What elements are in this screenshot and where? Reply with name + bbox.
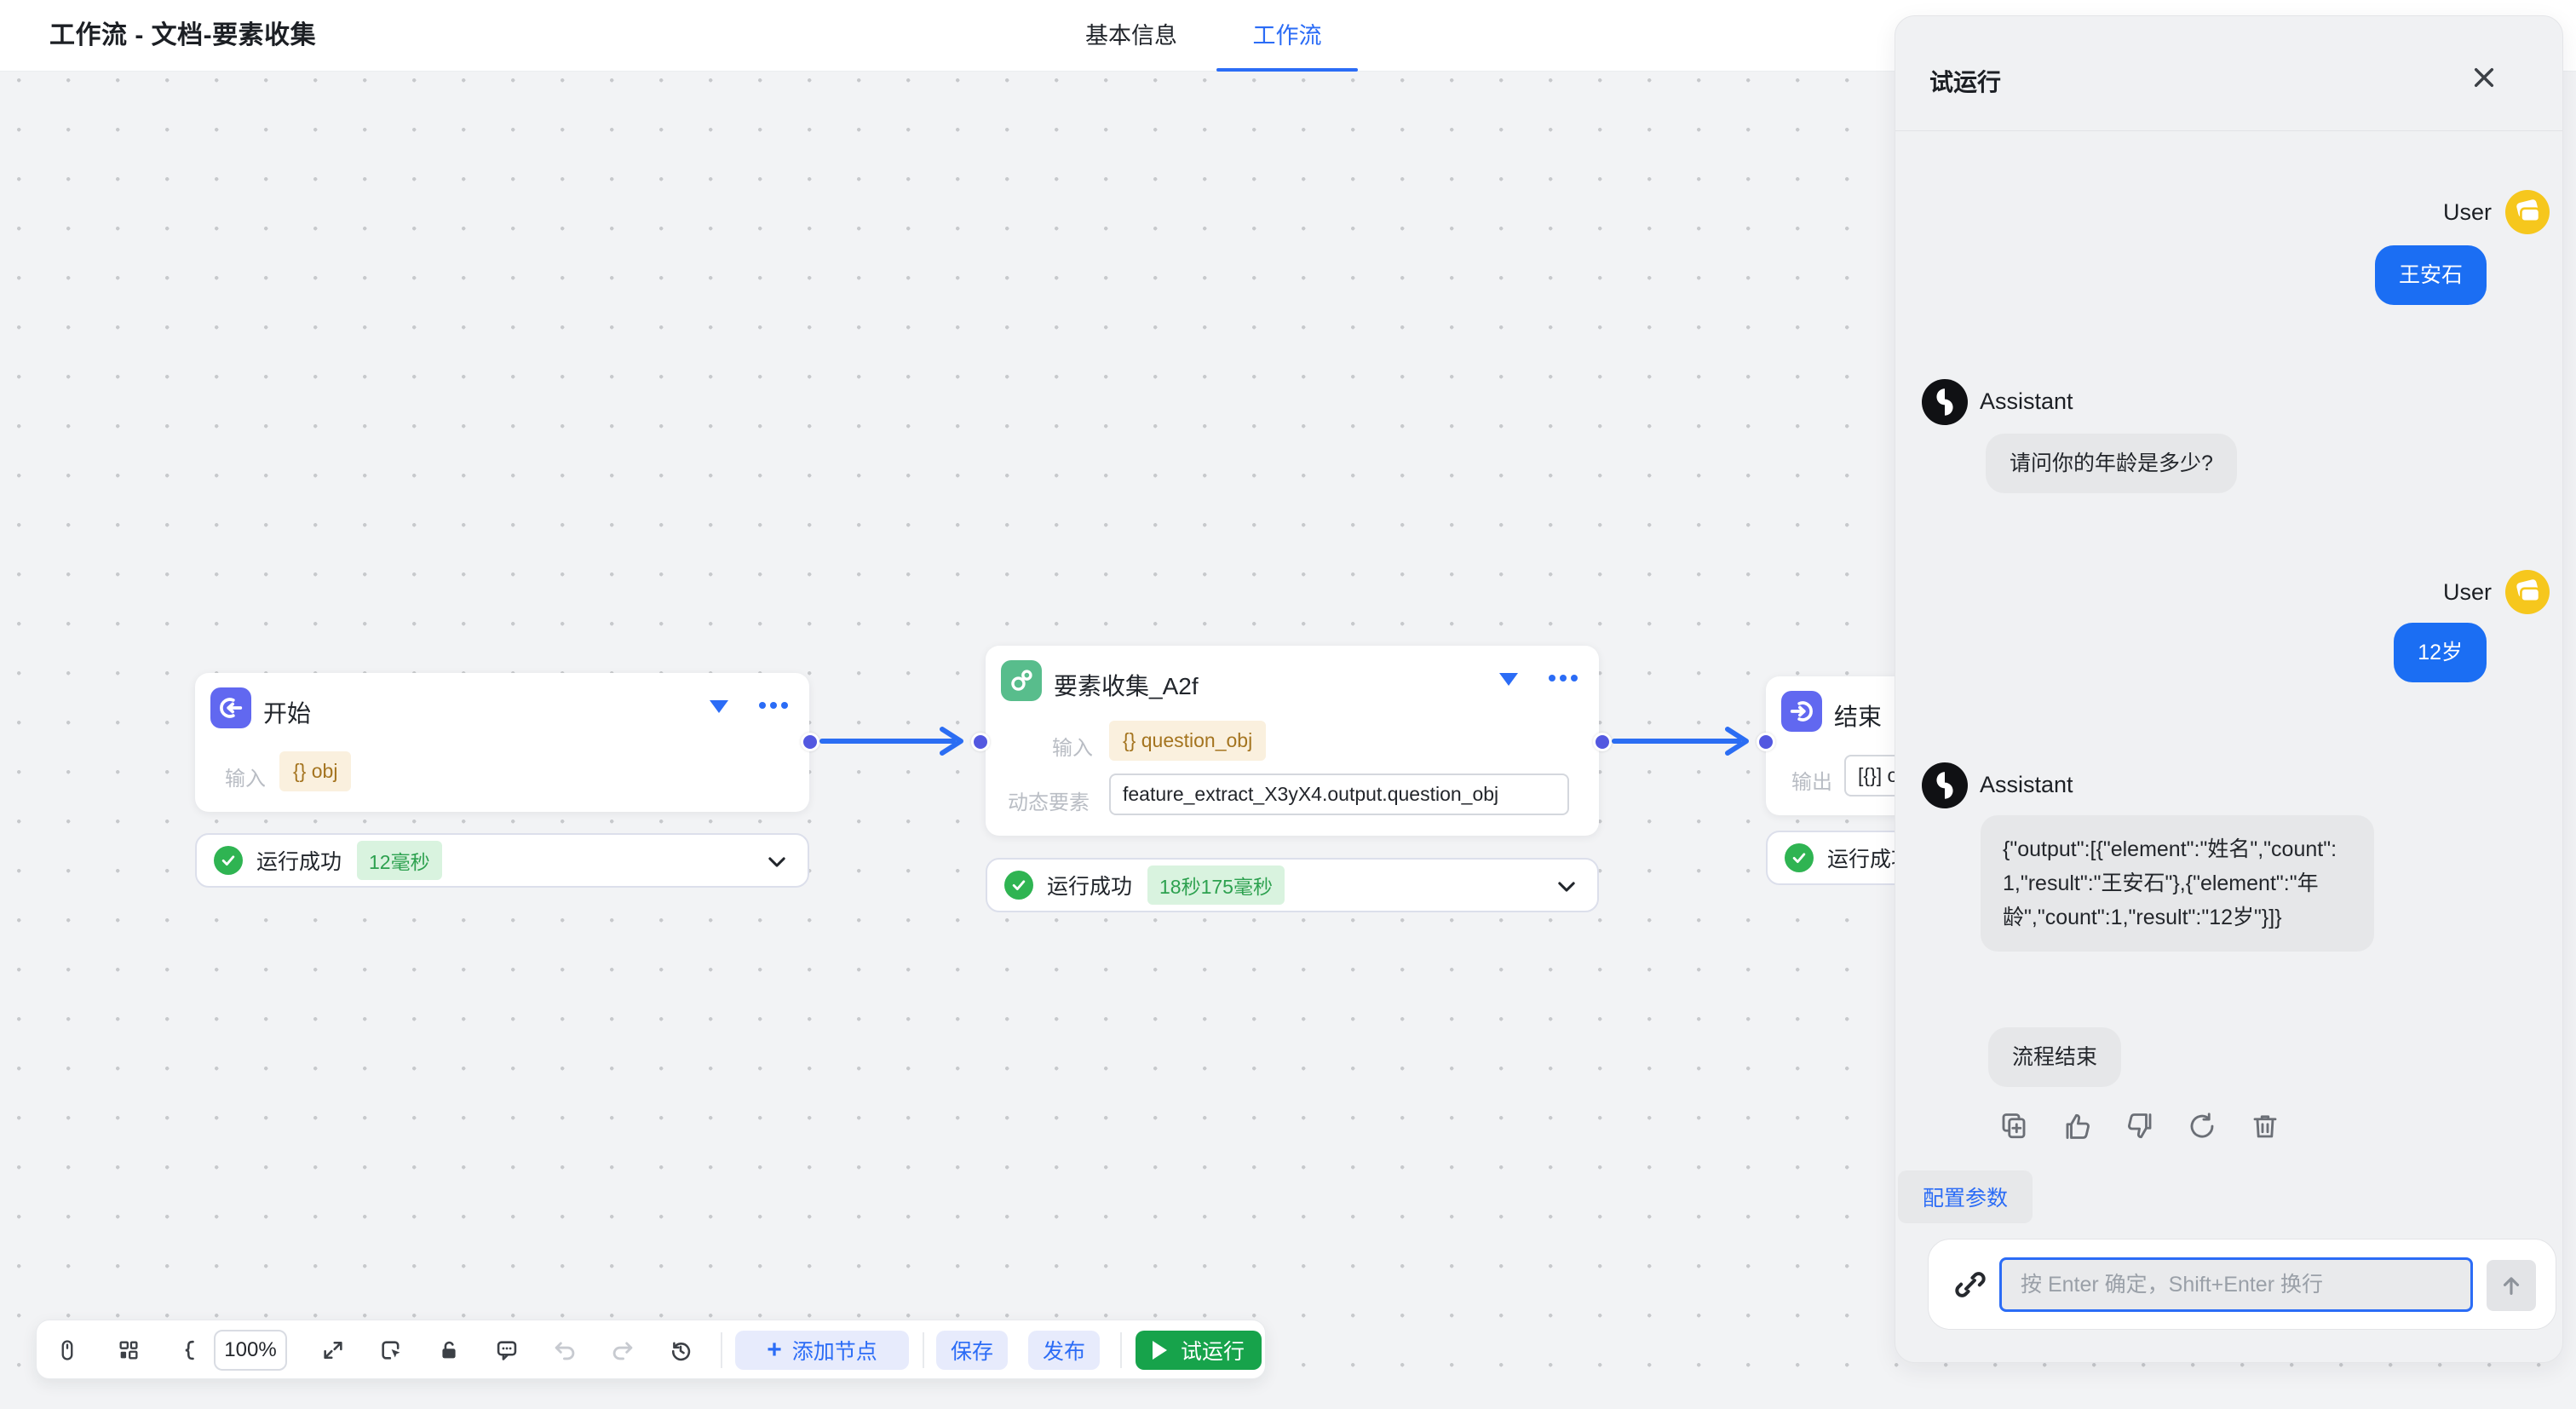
pointer-frame-icon[interactable]	[379, 1338, 403, 1362]
user-avatar	[2505, 570, 2550, 614]
thumbs-down-icon[interactable]	[2125, 1111, 2155, 1142]
active-tab-underline	[1216, 68, 1358, 72]
enter-circle-icon	[210, 687, 251, 728]
assistant-avatar	[1922, 762, 1966, 807]
arrow-up-icon	[2498, 1273, 2524, 1298]
edge-start-to-collect[interactable]	[819, 739, 956, 744]
plus-icon: +	[767, 1337, 782, 1363]
chat-input-container	[1928, 1239, 2556, 1330]
duration-badge: 18秒175毫秒	[1147, 866, 1285, 905]
configure-params-link[interactable]: 配置参数	[1898, 1170, 2033, 1223]
copy-icon[interactable]	[1998, 1111, 2029, 1142]
port-end-input[interactable]	[1757, 733, 1775, 751]
expand-icon[interactable]	[321, 1338, 345, 1362]
input-variable-tag[interactable]: {} question_obj	[1109, 721, 1266, 761]
system-message-bubble: 流程结束	[1988, 1027, 2121, 1087]
chat-message-input[interactable]	[1999, 1257, 2473, 1312]
node-title: 开始	[263, 695, 311, 729]
panel-divider	[1895, 130, 2562, 131]
port-collect-output[interactable]	[1593, 733, 1612, 751]
toolbar-separator	[1120, 1332, 1122, 1368]
chevron-down-icon[interactable]	[1499, 673, 1518, 686]
status-text: 运行成功	[256, 845, 342, 876]
redo-icon[interactable]	[611, 1338, 635, 1362]
output-field-label: 输出	[1791, 765, 1832, 795]
undo-icon[interactable]	[553, 1338, 577, 1362]
play-icon	[1153, 1341, 1167, 1360]
send-button[interactable]	[2487, 1260, 2536, 1311]
edge-arrowhead-icon	[937, 726, 966, 756]
save-button[interactable]: 保存	[936, 1331, 1008, 1370]
publish-button[interactable]: 发布	[1028, 1331, 1100, 1370]
role-label: User	[2443, 579, 2492, 606]
chevron-down-icon[interactable]	[1555, 875, 1578, 899]
success-check-icon	[1785, 843, 1814, 872]
message-role-row: User	[2443, 190, 2550, 234]
input-variable-tag[interactable]: {} obj	[279, 751, 351, 791]
success-check-icon	[214, 846, 243, 875]
linked-circles-icon	[1001, 660, 1042, 701]
test-run-button[interactable]: 试运行	[1136, 1331, 1262, 1370]
page-title: 工作流 - 文档-要素收集	[49, 0, 316, 72]
role-label: Assistant	[1980, 388, 2073, 415]
delete-icon[interactable]	[2250, 1111, 2280, 1142]
input-field-label: 输入	[1052, 731, 1093, 761]
success-check-icon	[1004, 871, 1033, 900]
toolbar-separator	[721, 1332, 722, 1368]
role-label: User	[2443, 199, 2492, 226]
user-message-bubble: 12岁	[2394, 623, 2487, 682]
canvas-toolbar: 100% + 添加节点	[36, 1320, 1266, 1379]
brace-icon[interactable]	[178, 1338, 202, 1362]
retry-icon[interactable]	[2187, 1111, 2217, 1142]
panel-title: 试运行	[1929, 64, 2001, 98]
tab-basic-info[interactable]: 基本信息	[1077, 0, 1186, 72]
link-icon[interactable]	[1952, 1267, 1988, 1303]
node-start[interactable]: 开始 输入 {} obj	[195, 673, 809, 812]
dynamic-value-input[interactable]: feature_extract_X3yX4.output.question_ob…	[1109, 774, 1569, 815]
more-menu-icon[interactable]	[1549, 675, 1578, 681]
comment-icon[interactable]	[495, 1338, 519, 1362]
input-field-label: 输入	[225, 762, 266, 791]
workflow-editor: 开始 输入 {} obj 运行成功 12毫秒 要素	[0, 0, 2576, 1409]
message-role-row: Assistant	[1922, 762, 2073, 807]
toolbar-separator	[923, 1332, 924, 1368]
close-icon[interactable]	[2470, 64, 2498, 91]
dynamic-field-label: 动态要素	[1008, 785, 1093, 815]
message-role-row: User	[2443, 570, 2550, 614]
status-bar-start: 运行成功 12毫秒	[195, 833, 809, 888]
thumbs-up-icon[interactable]	[2062, 1111, 2093, 1142]
layout-icon[interactable]	[117, 1338, 141, 1362]
assistant-message-bubble: 请问你的年龄是多少?	[1986, 434, 2237, 493]
user-avatar	[2505, 190, 2550, 234]
user-message-bubble: 王安石	[2375, 245, 2487, 305]
duration-badge: 12毫秒	[357, 841, 442, 880]
port-start-output[interactable]	[801, 733, 819, 751]
assistant-avatar	[1922, 379, 1966, 423]
exit-circle-icon	[1781, 691, 1822, 732]
edge-arrowhead-icon	[1722, 726, 1751, 756]
add-node-button[interactable]: + 添加节点	[735, 1331, 909, 1370]
chevron-down-icon[interactable]	[765, 850, 789, 874]
mouse-icon[interactable]	[55, 1338, 79, 1362]
node-title: 要素收集_A2f	[1054, 668, 1199, 702]
assistant-json-bubble: {"output":[{"element":"姓名","count":1,"re…	[1981, 815, 2374, 952]
zoom-level-control[interactable]: 100%	[214, 1330, 287, 1371]
more-menu-icon[interactable]	[759, 702, 788, 709]
lock-icon[interactable]	[437, 1338, 461, 1362]
tab-workflow[interactable]: 工作流	[1242, 0, 1332, 72]
message-role-row: Assistant	[1922, 379, 2073, 423]
role-label: Assistant	[1980, 772, 2073, 798]
history-icon[interactable]	[669, 1338, 693, 1362]
port-collect-input[interactable]	[971, 733, 990, 751]
node-title: 结束	[1834, 699, 1882, 733]
status-bar-collect: 运行成功 18秒175毫秒	[986, 858, 1599, 912]
test-run-panel: 试运行 User 王安石	[1895, 15, 2563, 1363]
status-text: 运行成功	[1047, 870, 1132, 900]
chevron-down-icon[interactable]	[710, 700, 728, 713]
node-collect[interactable]: 要素收集_A2f 输入 {} question_obj 动态要素 feature…	[986, 646, 1599, 836]
